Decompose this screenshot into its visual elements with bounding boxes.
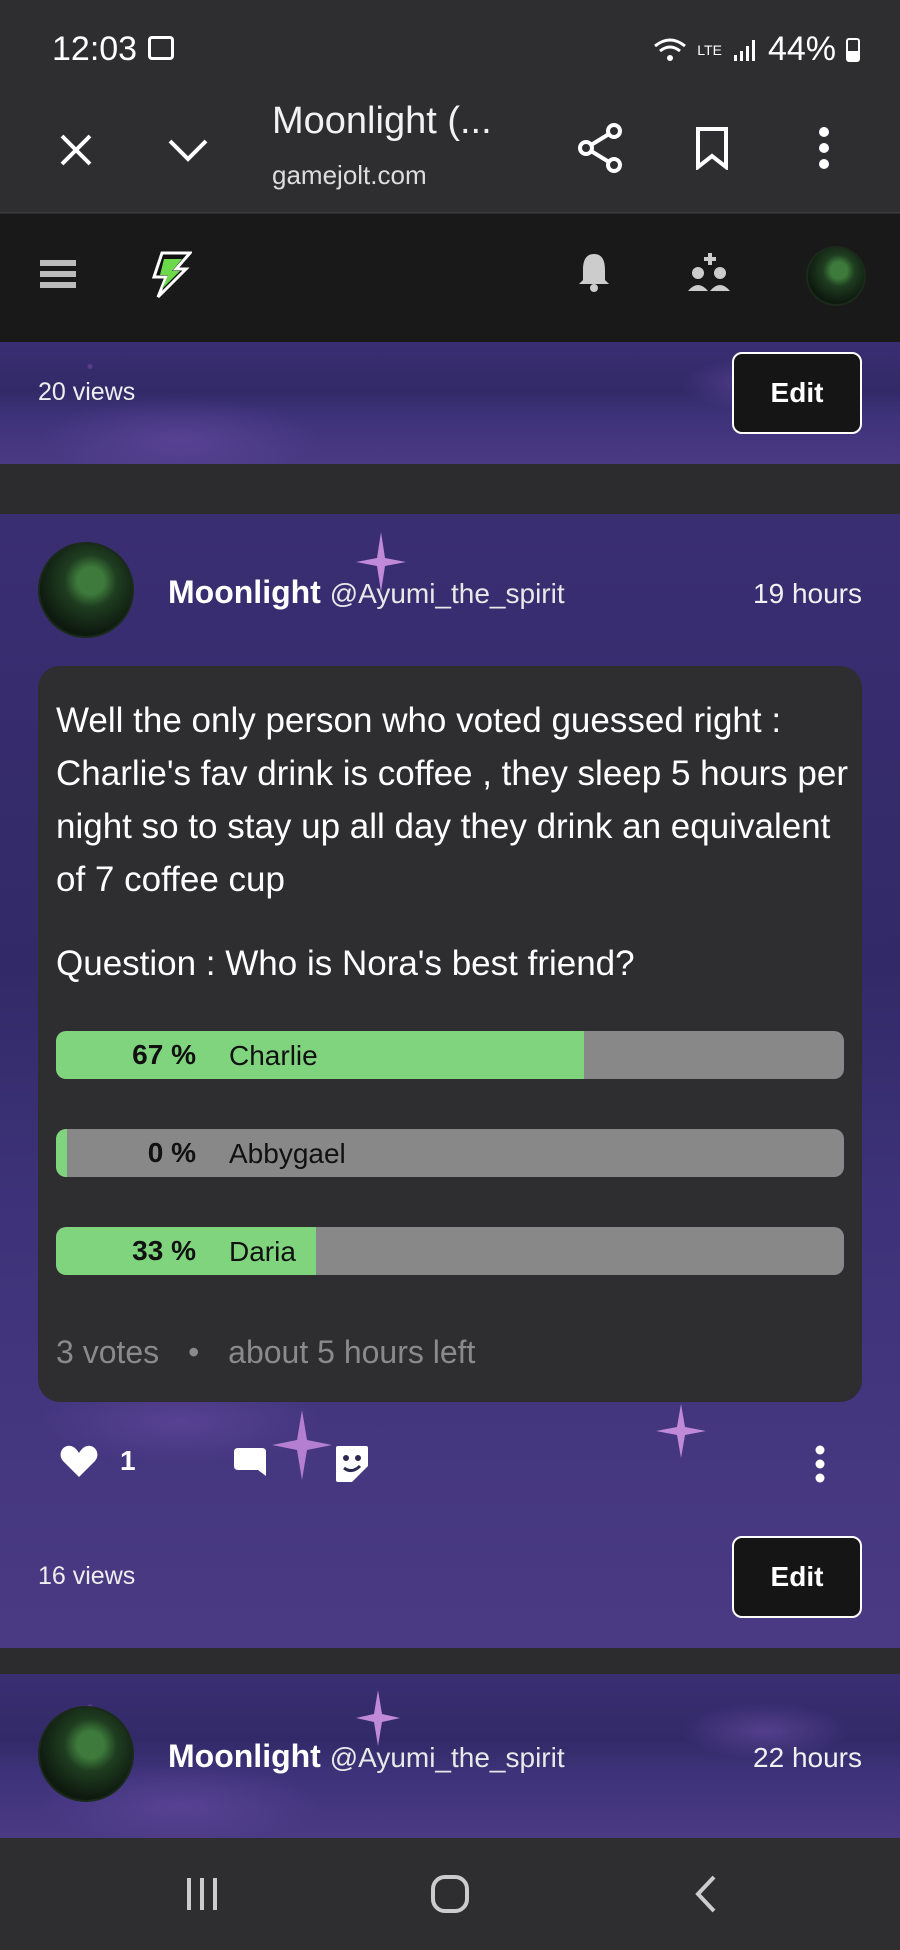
poll-votes: 3 votes xyxy=(56,1334,160,1370)
page-title: Moonlight (... xyxy=(272,100,492,142)
more-options-icon[interactable] xyxy=(808,1442,832,1486)
site-navbar xyxy=(0,214,900,342)
like-count: 1 xyxy=(120,1445,136,1476)
sparkle-decoration xyxy=(656,1404,706,1458)
author-handle[interactable]: @Ayumi_the_spirit xyxy=(330,578,565,609)
user-avatar[interactable] xyxy=(806,246,866,306)
author-name[interactable]: Moonlight xyxy=(168,574,321,610)
friend-requests-icon[interactable] xyxy=(688,252,732,294)
recent-apps-icon[interactable] xyxy=(180,1874,224,1914)
comment-icon[interactable] xyxy=(230,1444,270,1484)
gamejolt-logo-icon[interactable] xyxy=(146,250,194,300)
poll-option[interactable]: 0 % Abbygael xyxy=(56,1129,844,1177)
post-text: Well the only person who voted guessed r… xyxy=(56,701,848,899)
poll-meta: 3 votes • about 5 hours left xyxy=(56,1334,475,1371)
bookmark-icon[interactable] xyxy=(690,120,734,176)
poll-option-percent: 67 % xyxy=(132,1039,196,1070)
poll-option-percent: 33 % xyxy=(132,1235,196,1266)
back-icon[interactable] xyxy=(688,1872,724,1916)
battery-percent: 44% xyxy=(767,30,836,68)
battery-icon xyxy=(846,37,860,62)
author-handle[interactable]: @Ayumi_the_spirit xyxy=(330,1742,565,1773)
wifi-icon xyxy=(654,38,687,61)
author-name[interactable]: Moonlight xyxy=(168,1738,321,1774)
heart-icon xyxy=(60,1445,98,1477)
poll-time-left: about 5 hours left xyxy=(228,1334,476,1370)
like-button[interactable]: 1 xyxy=(60,1444,136,1478)
poll-option-percent: 0 % xyxy=(147,1137,196,1168)
signal-icon xyxy=(733,39,755,61)
sticker-icon[interactable] xyxy=(332,1442,372,1486)
poll-question: Question : Who is Nora's best friend? xyxy=(56,944,635,983)
feed-divider xyxy=(0,1648,900,1674)
post-time[interactable]: 22 hours xyxy=(753,1742,862,1774)
post-author[interactable]: Moonlight @Ayumi_the_spirit xyxy=(168,1738,565,1775)
post-time[interactable]: 19 hours xyxy=(753,578,862,610)
page-url[interactable]: gamejolt.com xyxy=(272,160,427,191)
close-icon[interactable] xyxy=(52,126,100,174)
notifications-bell-icon[interactable] xyxy=(574,250,614,294)
poll-option-label: Abbygael xyxy=(229,1138,346,1169)
home-icon[interactable] xyxy=(428,1872,472,1916)
poll-option[interactable]: 33 % Daria xyxy=(56,1227,844,1275)
status-time: 12:03 xyxy=(52,30,138,68)
share-icon[interactable] xyxy=(576,120,626,176)
feed-divider xyxy=(0,464,900,514)
author-avatar[interactable] xyxy=(38,1706,134,1802)
gallery-icon xyxy=(148,36,174,60)
author-avatar[interactable] xyxy=(38,542,134,638)
edit-button[interactable]: Edit xyxy=(732,352,862,434)
poll-option[interactable]: 67 % Charlie xyxy=(56,1031,844,1079)
hamburger-menu-icon[interactable] xyxy=(38,254,78,294)
chevron-down-icon[interactable] xyxy=(164,126,212,174)
views-count: 20 views xyxy=(38,378,136,406)
network-label: LTE xyxy=(697,41,722,58)
sparkle-decoration xyxy=(272,1410,332,1480)
edit-button[interactable]: Edit xyxy=(732,1536,862,1618)
more-vertical-icon[interactable] xyxy=(806,120,842,176)
poll-option-label: Daria xyxy=(229,1236,296,1267)
views-count: 16 views xyxy=(38,1562,136,1590)
post-author[interactable]: Moonlight @Ayumi_the_spirit xyxy=(168,574,565,611)
poll-option-label: Charlie xyxy=(229,1040,318,1071)
separator-dot: • xyxy=(188,1334,200,1370)
status-indicators: LTE 44% xyxy=(653,30,860,69)
